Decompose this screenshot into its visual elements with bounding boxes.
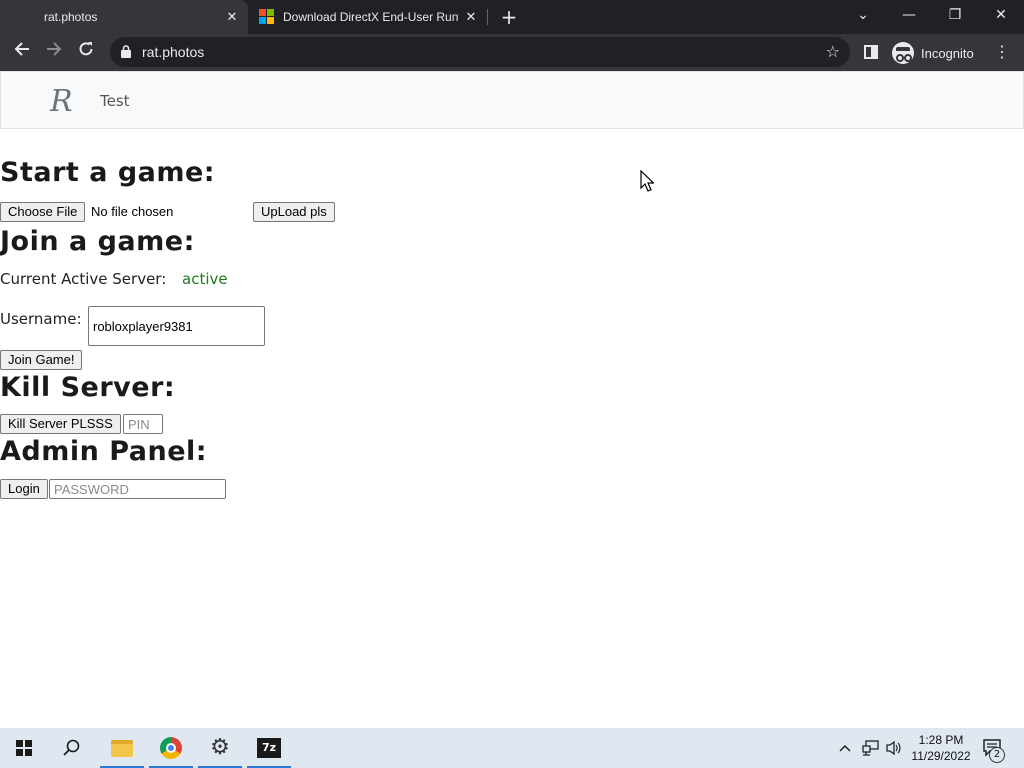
login-button[interactable]: Login: [0, 479, 48, 499]
upload-button[interactable]: UpLoad pls: [253, 202, 335, 222]
username-label: Username:: [0, 310, 82, 328]
forward-arrow-icon[interactable]: [42, 40, 66, 64]
tab-search-icon[interactable]: ⌄: [851, 5, 875, 25]
incognito-profile-button[interactable]: Incognito: [892, 41, 974, 65]
restore-icon[interactable]: ❐: [943, 5, 967, 25]
system-clock[interactable]: 1:28 PM 11/29/2022: [906, 732, 976, 764]
file-status-text: No file chosen: [91, 204, 174, 219]
mouse-cursor-icon: [640, 170, 654, 192]
windows-logo-icon: [16, 740, 32, 756]
clock-date: 11/29/2022: [911, 749, 971, 763]
tab-title: rat.photos: [44, 10, 98, 24]
kebab-menu-icon[interactable]: ⋮: [994, 42, 1010, 62]
show-hidden-icons-chevron-icon[interactable]: [838, 728, 852, 768]
gear-icon: ⚙: [210, 735, 230, 760]
folder-icon: [111, 739, 133, 757]
back-arrow-icon[interactable]: [10, 40, 34, 64]
join-game-heading: Join a game:: [0, 226, 195, 257]
lock-icon[interactable]: [121, 45, 131, 58]
pin-input[interactable]: [123, 414, 163, 434]
microsoft-logo-icon: [259, 9, 274, 24]
tab-title: Download DirectX End-User Runtime: [283, 10, 459, 24]
clock-time: 1:28 PM: [918, 733, 964, 747]
start-game-heading: Start a game:: [0, 157, 216, 188]
chrome-taskbar-button[interactable]: [147, 728, 195, 768]
join-game-button[interactable]: Join Game!: [0, 350, 83, 370]
choose-file-button[interactable]: Choose File: [0, 202, 86, 222]
sevenzip-icon: 7z: [257, 738, 281, 758]
kill-server-button[interactable]: Kill Server PLSSS: [0, 414, 121, 434]
server-status-value: active: [182, 270, 228, 288]
browser-tab-strip: rat.photos ✕ Download DirectX End-User R…: [0, 0, 1024, 34]
admin-panel-heading: Admin Panel:: [0, 436, 208, 467]
search-button[interactable]: [48, 728, 96, 768]
close-tab-icon[interactable]: ✕: [224, 9, 240, 25]
nav-link-test[interactable]: Test: [100, 92, 130, 110]
search-icon: [63, 739, 80, 756]
close-window-icon[interactable]: ✕: [989, 5, 1013, 25]
minimize-icon[interactable]: —: [897, 5, 921, 25]
kill-server-heading: Kill Server:: [0, 372, 176, 403]
windows-taskbar: ⚙ 7z 1:28 PM 11/29/2022 2: [0, 728, 1024, 768]
file-explorer-button[interactable]: [98, 728, 146, 768]
notification-count-badge: 2: [989, 747, 1005, 763]
network-icon[interactable]: [862, 728, 880, 768]
server-status-label: Current Active Server:: [0, 270, 167, 288]
site-navbar: R Test: [0, 71, 1024, 129]
url-text: rat.photos: [142, 44, 205, 60]
browser-toolbar: rat.photos ☆ Incognito ⋮: [0, 34, 1024, 71]
volume-icon[interactable]: [885, 728, 903, 768]
incognito-label: Incognito: [921, 45, 974, 61]
new-tab-icon[interactable]: +: [499, 7, 519, 27]
incognito-icon: [892, 42, 914, 64]
tab-separator: [487, 9, 488, 25]
close-tab-icon[interactable]: ✕: [463, 9, 479, 25]
password-input[interactable]: [49, 479, 226, 499]
start-button[interactable]: [0, 728, 48, 768]
chrome-icon: [160, 737, 182, 759]
username-input[interactable]: [88, 306, 265, 346]
bookmark-star-icon[interactable]: ☆: [826, 42, 840, 62]
tab-directx-download[interactable]: Download DirectX End-User Runtime ✕: [248, 0, 488, 34]
settings-taskbar-button[interactable]: ⚙: [196, 728, 244, 768]
site-brand[interactable]: R: [50, 84, 73, 119]
side-panel-icon[interactable]: [864, 45, 878, 59]
web-page: R Test Start a game: Choose File No file…: [0, 71, 1024, 728]
reload-icon[interactable]: [74, 40, 98, 64]
address-bar[interactable]: rat.photos ☆: [110, 37, 850, 67]
sevenzip-taskbar-button[interactable]: 7z: [245, 728, 293, 768]
tab-rat-photos[interactable]: rat.photos ✕: [0, 0, 248, 34]
